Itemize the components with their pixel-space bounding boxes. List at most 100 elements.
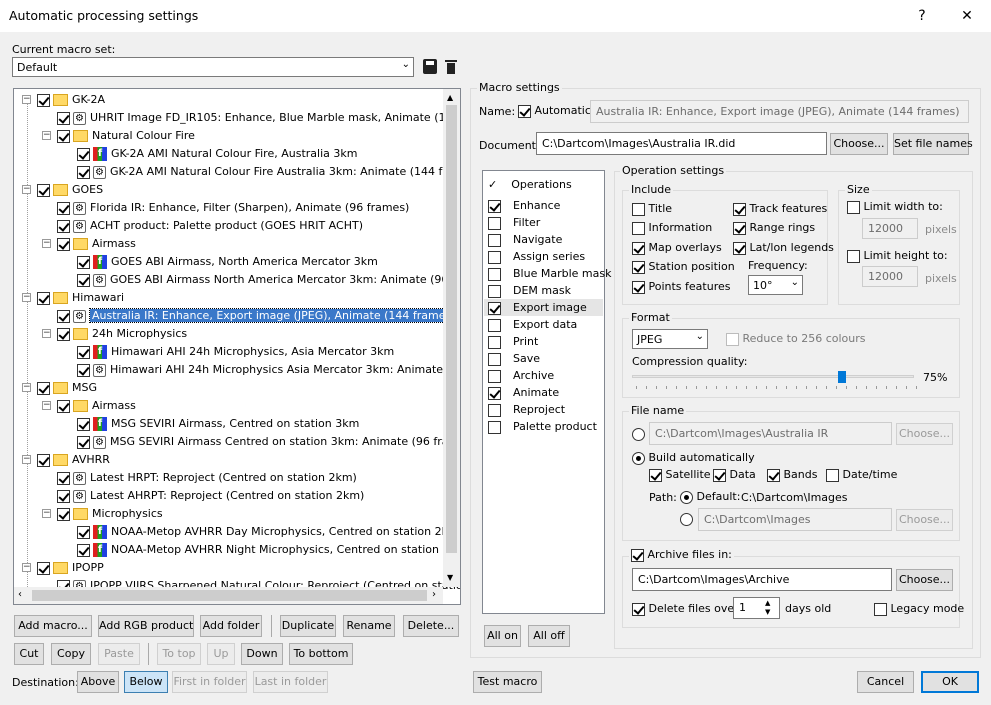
add-rgb-product-button[interactable]: Add RGB product: [98, 615, 194, 637]
range-rings-checkbox[interactable]: Range rings: [733, 221, 815, 235]
tree-checkbox[interactable]: [37, 291, 50, 305]
operation-checkbox[interactable]: [488, 216, 501, 230]
tree-row[interactable]: − IPOPP: [22, 559, 104, 577]
below-button[interactable]: Below: [124, 671, 168, 693]
first-in-folder-button[interactable]: First in folder: [172, 671, 247, 693]
latlon-legends-checkbox[interactable]: Lat/lon legends: [733, 241, 834, 255]
scroll-thumb[interactable]: [446, 105, 457, 553]
operation-item[interactable]: DEM mask: [488, 282, 571, 299]
tree-row[interactable]: − GK-2A: [22, 91, 105, 109]
last-in-folder-button[interactable]: Last in folder: [253, 671, 328, 693]
custom-path-field[interactable]: C:\Dartcom\Images: [698, 508, 892, 531]
copy-button[interactable]: Copy: [51, 643, 91, 665]
scroll-down-icon[interactable]: ▼: [447, 573, 453, 582]
operation-checkbox[interactable]: [488, 250, 501, 264]
information-check[interactable]: [632, 221, 645, 235]
tree-checkbox[interactable]: [57, 399, 70, 413]
collapse-icon[interactable]: −: [22, 293, 31, 302]
rename-button[interactable]: Rename: [343, 615, 395, 637]
tree-checkbox[interactable]: [57, 219, 70, 233]
custom-path-radio[interactable]: [680, 512, 693, 526]
archive-path-field[interactable]: C:\Dartcom\Images\Archive: [632, 568, 892, 591]
tree-row[interactable]: ⚙ Latest AHRPT: Reproject (Centred on sta…: [43, 487, 364, 505]
datetime-check[interactable]: [826, 468, 839, 482]
collapse-icon[interactable]: −: [22, 185, 31, 194]
automatic-checkbox[interactable]: Automatic: [518, 104, 591, 118]
scroll-thumb-h[interactable]: [32, 590, 427, 601]
automatic-check[interactable]: [518, 104, 531, 118]
file-name-path-field[interactable]: C:\Dartcom\Images\Australia IR: [649, 422, 892, 445]
set-file-names-button[interactable]: Set file names: [893, 133, 973, 155]
scroll-up-icon[interactable]: ▲: [447, 93, 453, 102]
operation-checkbox[interactable]: [488, 318, 501, 332]
archive-files-check[interactable]: [631, 548, 644, 562]
close-button[interactable]: ✕: [952, 4, 982, 28]
legacy-mode-checkbox[interactable]: Legacy mode: [874, 602, 964, 616]
tree-row[interactable]: ⚙ GOES ABI Airmass North America Mercator…: [63, 271, 460, 289]
tree-row[interactable]: ⚙ Australia IR: Enhance, Export image (JP…: [43, 307, 459, 325]
tree-checkbox[interactable]: [77, 525, 90, 539]
tree-row[interactable]: f Himawari AHI 24h Microphysics, Asia Mer…: [63, 343, 394, 361]
tree-vertical-scrollbar[interactable]: ▲ ▼: [443, 89, 460, 587]
save-icon[interactable]: [423, 59, 437, 74]
tree-checkbox[interactable]: [57, 237, 70, 251]
test-macro-button[interactable]: Test macro: [473, 671, 542, 693]
tree-row[interactable]: − Himawari: [22, 289, 124, 307]
legacy-mode-check[interactable]: [874, 602, 887, 616]
limit-height-check[interactable]: [847, 249, 860, 263]
operation-checkbox[interactable]: [488, 267, 501, 281]
datetime-checkbox[interactable]: Date/time: [826, 468, 897, 482]
tree-checkbox[interactable]: [77, 543, 90, 557]
points-features-checkbox[interactable]: Points features: [632, 280, 730, 294]
operation-checkbox[interactable]: [488, 369, 501, 383]
map-overlays-check[interactable]: [632, 241, 645, 255]
tree-row[interactable]: ⚙ UHRIT Image FD_IR105: Enhance, Blue Mar…: [43, 109, 460, 127]
reduce-colours-check[interactable]: [726, 332, 739, 346]
tree-row[interactable]: − GOES: [22, 181, 103, 199]
to-bottom-button[interactable]: To bottom: [289, 643, 353, 665]
operation-item[interactable]: Palette product: [488, 418, 597, 435]
operations-list[interactable]: ✓ Operations Enhance Filter Navigate Assign s…: [482, 170, 611, 614]
down-button[interactable]: Down: [241, 643, 283, 665]
build-automatically-radio[interactable]: Build automatically: [632, 451, 755, 465]
operation-item[interactable]: Animate: [488, 384, 559, 401]
range-rings-check[interactable]: [733, 221, 746, 235]
collapse-icon[interactable]: −: [42, 329, 51, 338]
tree-row[interactable]: ⚙ ACHT product: Palette product (GOES HRI…: [43, 217, 363, 235]
choose-path-button[interactable]: Choose...: [896, 509, 953, 531]
to-top-button[interactable]: To top: [157, 643, 201, 665]
data-checkbox[interactable]: Data: [713, 468, 756, 482]
collapse-icon[interactable]: −: [42, 131, 51, 140]
ok-button[interactable]: OK: [921, 671, 979, 693]
tree-checkbox[interactable]: [57, 129, 70, 143]
tree-row[interactable]: − MSG: [22, 379, 97, 397]
tree-checkbox[interactable]: [37, 561, 50, 575]
operation-item[interactable]: Export image: [484, 299, 603, 316]
operation-checkbox[interactable]: [488, 199, 501, 213]
tree-row[interactable]: f GOES ABI Airmass, North America Mercato…: [63, 253, 378, 271]
tree-checkbox[interactable]: [57, 489, 70, 503]
collapse-icon[interactable]: −: [42, 509, 51, 518]
radio[interactable]: [680, 490, 693, 504]
document-field[interactable]: C:\Dartcom\Images\Australia IR.did: [536, 132, 827, 155]
tree-checkbox[interactable]: [57, 111, 70, 125]
file-name-custom-radio[interactable]: [632, 427, 645, 441]
title-checkbox[interactable]: Title: [632, 202, 672, 216]
trash-icon[interactable]: [445, 59, 457, 74]
station-position-checkbox[interactable]: Station position: [632, 260, 735, 274]
tree-row[interactable]: − Microphysics: [42, 505, 163, 523]
delete-button[interactable]: Delete...: [403, 615, 459, 637]
operation-checkbox[interactable]: [488, 403, 501, 417]
tree-checkbox[interactable]: [57, 201, 70, 215]
radio[interactable]: [680, 512, 693, 526]
track-features-check[interactable]: [733, 202, 746, 216]
operation-checkbox[interactable]: [488, 301, 501, 315]
scroll-right-icon[interactable]: ›: [432, 589, 436, 600]
tree-checkbox[interactable]: [77, 255, 90, 269]
tree-checkbox[interactable]: [77, 165, 90, 179]
macro-set-select[interactable]: Default ⌄: [12, 57, 414, 77]
tree-row[interactable]: f MSG SEVIRI Airmass, Centred on station …: [63, 415, 359, 433]
days-field[interactable]: 1: [733, 597, 780, 619]
satellite-check[interactable]: [649, 468, 662, 482]
macro-tree[interactable]: − GK-2A ⚙ UHRIT Image FD_IR105: Enhance, Bl…: [13, 88, 461, 605]
